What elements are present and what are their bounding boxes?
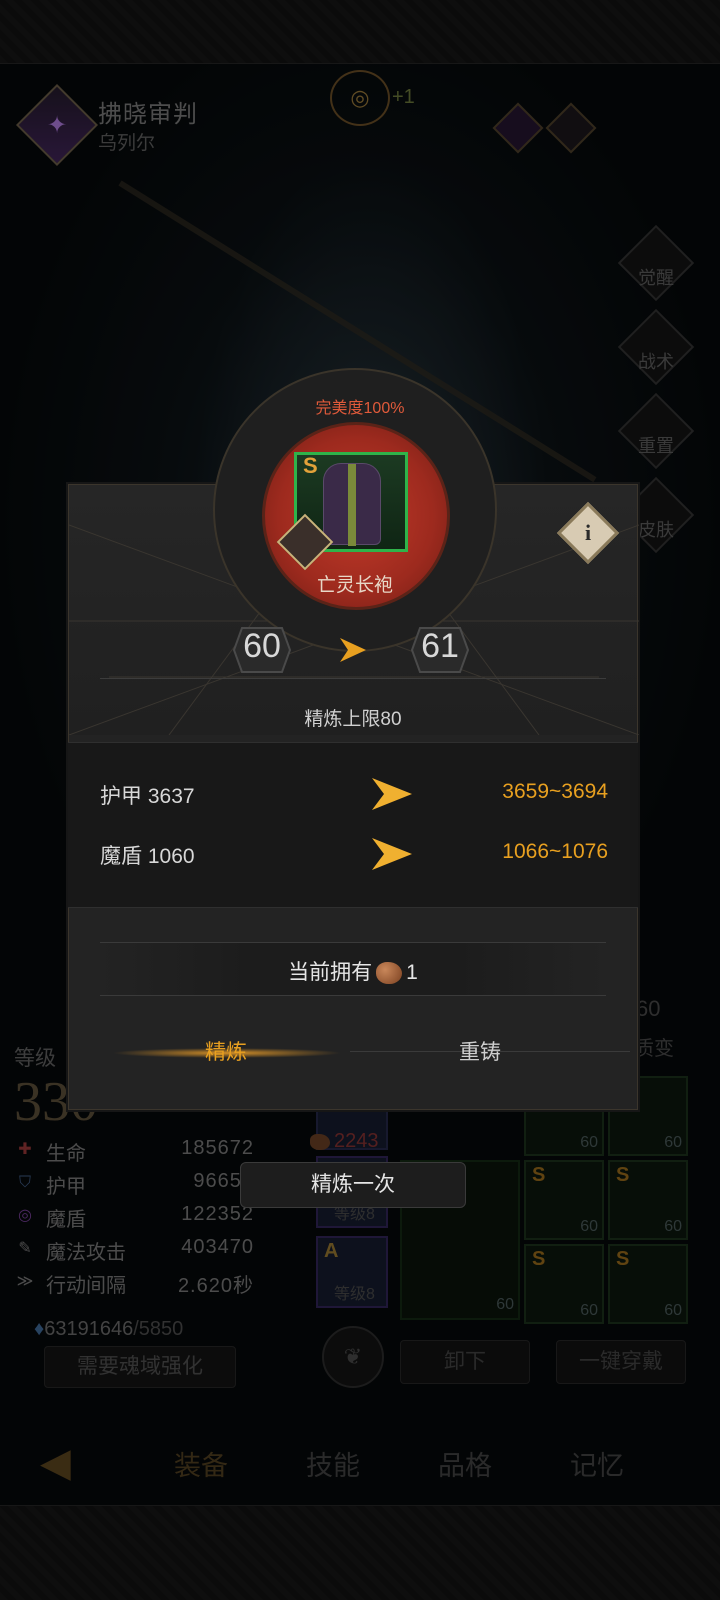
- refine-once-button[interactable]: 精炼一次: [240, 1162, 466, 1208]
- divider: [100, 678, 606, 679]
- robe-icon: [323, 463, 381, 546]
- attribute-armor-result: 3659~3694: [502, 780, 608, 803]
- tab-reforge[interactable]: 重铸: [420, 1036, 540, 1066]
- owned-materials: 当前拥有 1: [288, 961, 418, 985]
- attribute-magic-shield-result: 1066~1076: [502, 840, 608, 863]
- grade-badge: S: [303, 453, 318, 478]
- level-from: 60: [243, 627, 281, 665]
- tab-refine[interactable]: 精炼: [166, 1036, 286, 1066]
- level-to: 61: [421, 627, 459, 665]
- ore-icon: [376, 962, 403, 985]
- arrow-right-icon: [340, 638, 366, 662]
- perfection-label: 完美度100%: [315, 400, 405, 417]
- item-name: 亡灵长袍: [316, 575, 393, 596]
- refine-cap: 精炼上限80: [304, 709, 402, 730]
- attribute-magic-shield: 魔盾 1060: [100, 845, 195, 868]
- attribute-panel: [68, 742, 638, 908]
- attribute-armor: 护甲 3637: [100, 785, 195, 808]
- arrow-right-icon: [372, 838, 412, 870]
- info-icon: i: [584, 520, 592, 545]
- arrow-right-icon: [372, 778, 412, 810]
